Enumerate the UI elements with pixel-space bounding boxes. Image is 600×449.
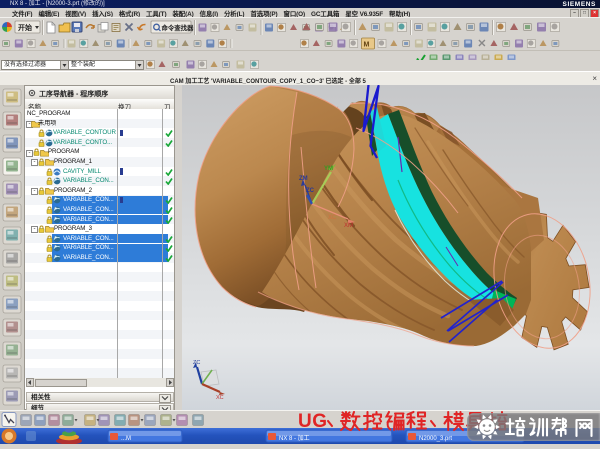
svg-text:命令查找器: 命令查找器 — [161, 23, 195, 32]
svg-text:...M: ...M — [121, 436, 131, 442]
svg-text:ZC: ZC — [193, 360, 200, 366]
svg-text:开始: 开始 — [18, 23, 32, 32]
svg-text:UG: UG — [298, 411, 328, 432]
svg-text:ZM: ZM — [299, 176, 308, 182]
svg-text:XM: XM — [344, 223, 353, 229]
svg-text:XC: XC — [216, 395, 224, 401]
svg-text:ZC: ZC — [306, 188, 315, 194]
svg-text:M: M — [364, 42, 370, 49]
svg-text:YM: YM — [324, 166, 333, 172]
svg-text:XC: XC — [328, 215, 337, 221]
